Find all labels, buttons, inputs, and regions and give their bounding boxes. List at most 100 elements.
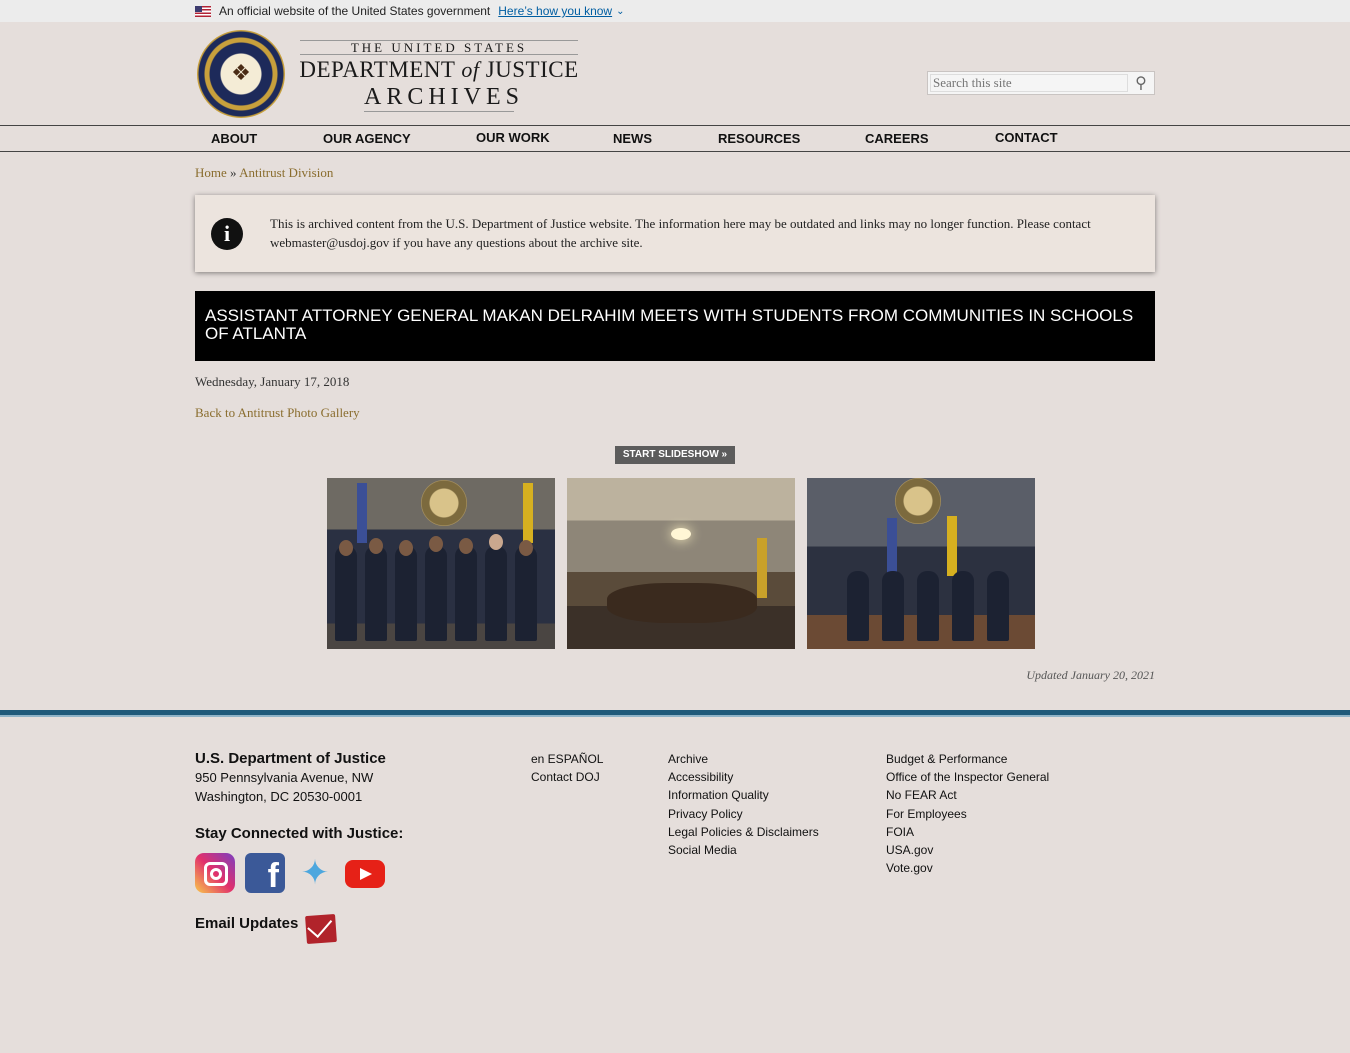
breadcrumb-separator: » [230,165,237,180]
info-icon: i [211,218,243,250]
back-to-gallery-link[interactable]: Back to Antitrust Photo Gallery [195,405,360,421]
footer-link-inspector-general[interactable]: Office of the Inspector General [886,768,1049,786]
footer-link-information-quality[interactable]: Information Quality [668,786,819,804]
logo-department: DEPARTMENT [299,57,456,82]
footer-links-col-1: en ESPAÑOL Contact DOJ [531,750,603,786]
person [335,546,357,641]
footer-link-budget-performance[interactable]: Budget & Performance [886,750,1049,768]
footer-link-vote-gov[interactable]: Vote.gov [886,859,1049,877]
footer-address-line-2: Washington, DC 20530-0001 [195,789,363,804]
eagle-icon: ❖ [231,61,251,86]
instagram-icon[interactable] [195,853,235,893]
envelope-icon[interactable] [305,913,337,945]
person [847,571,869,641]
person [455,546,477,641]
chevron-down-icon[interactable]: ⌄ [616,6,624,17]
footer-link-espanol[interactable]: en ESPAÑOL [531,750,603,768]
heres-how-you-know-link[interactable]: Here’s how you know [498,4,612,18]
logo-justice: JUSTICE [485,57,579,82]
footer-address-line-1: 950 Pennsylvania Avenue, NW [195,770,374,785]
head [369,538,383,554]
footer-links-col-2: Archive Accessibility Information Qualit… [668,750,819,859]
flag [757,538,767,598]
us-flag-icon [195,5,211,17]
logo-of: of [461,57,480,82]
breadcrumb: Home » Antitrust Division [195,165,333,181]
stay-connected-heading: Stay Connected with Justice: [195,825,404,842]
person [917,571,939,641]
nav-news[interactable]: NEWS [613,131,652,146]
person [365,546,387,641]
logo-line-2: DEPARTMENT of JUSTICE [294,57,584,83]
footer-link-social-media[interactable]: Social Media [668,841,819,859]
person [987,571,1009,641]
person [515,546,537,641]
flag [357,483,367,543]
breadcrumb-antitrust-division[interactable]: Antitrust Division [239,165,333,180]
flag [947,516,957,576]
chandelier [671,528,691,540]
page-title-bar: Assistant Attorney General Makan Delrahi… [195,291,1155,361]
nav-our-agency[interactable]: OUR AGENCY [323,131,411,146]
footer-links-col-3: Budget & Performance Office of the Inspe… [886,750,1049,877]
gallery-photo-1[interactable] [327,478,555,649]
search-icon[interactable]: ⚲ [1130,73,1152,93]
conference-table [607,583,757,623]
site-header: ❖ THE UNITED STATES DEPARTMENT of JUSTIC… [0,22,1350,125]
nav-contact[interactable]: CONTACT [995,130,1058,145]
wall-seal [895,478,941,524]
flag [887,518,897,578]
facebook-icon[interactable]: f [245,853,285,893]
archive-notice: i This is archived content from the U.S.… [195,195,1155,272]
footer-link-archive[interactable]: Archive [668,750,819,768]
footer-link-usa-gov[interactable]: USA.gov [886,841,1049,859]
head [489,534,503,550]
email-updates-link[interactable]: Email Updates [195,915,298,932]
nav-resources[interactable]: RESOURCES [718,131,800,146]
footer-link-privacy-policy[interactable]: Privacy Policy [668,805,819,823]
twitter-icon[interactable]: ✦ [295,853,335,893]
page-title: Assistant Attorney General Makan Delrahi… [205,306,1134,343]
head [459,538,473,554]
nav-our-work[interactable]: OUR WORK [476,130,550,145]
gallery-photo-2[interactable] [567,478,795,649]
gallery-photo-3[interactable] [807,478,1035,649]
main-nav: ABOUT OUR AGENCY OUR WORK NEWS RESOURCES… [0,125,1350,152]
footer-divider-accent [0,715,1350,717]
footer-link-no-fear-act[interactable]: No FEAR Act [886,786,1049,804]
start-slideshow-button[interactable]: START SLIDESHOW » [615,446,735,464]
footer-link-accessibility[interactable]: Accessibility [668,768,819,786]
updated-date: Updated January 20, 2021 [1026,668,1155,682]
person [485,546,507,641]
footer-address: 950 Pennsylvania Avenue, NW Washington, … [195,768,373,806]
site-logo-text[interactable]: THE UNITED STATES DEPARTMENT of JUSTICE … [294,38,584,112]
logo-line-1: THE UNITED STATES [300,40,578,55]
footer-link-contact-doj[interactable]: Contact DOJ [531,768,603,786]
head [339,540,353,556]
head [429,536,443,552]
person [425,546,447,641]
youtube-icon[interactable] [345,860,385,888]
wall-seal [421,480,467,526]
search-input[interactable] [930,74,1128,92]
gov-banner-text: An official website of the United States… [219,4,491,18]
person [882,571,904,641]
logo-line-3: ARCHIVES [364,84,525,112]
breadcrumb-home[interactable]: Home [195,165,227,180]
footer-link-legal-policies[interactable]: Legal Policies & Disclaimers [668,823,819,841]
head [519,540,533,556]
person [395,546,417,641]
doj-seal-logo[interactable]: ❖ [197,30,285,118]
site-search: ⚲ [927,71,1155,95]
archive-notice-text: This is archived content from the U.S. D… [270,216,1091,250]
article-date: Wednesday, January 17, 2018 [195,374,350,389]
footer-link-foia[interactable]: FOIA [886,823,1049,841]
footer-link-for-employees[interactable]: For Employees [886,805,1049,823]
flag [523,483,533,543]
nav-careers[interactable]: CAREERS [865,131,929,146]
gov-banner: An official website of the United States… [0,0,1350,22]
head [399,540,413,556]
nav-about[interactable]: ABOUT [211,131,257,146]
footer-org-name: U.S. Department of Justice [195,750,386,767]
person [952,571,974,641]
